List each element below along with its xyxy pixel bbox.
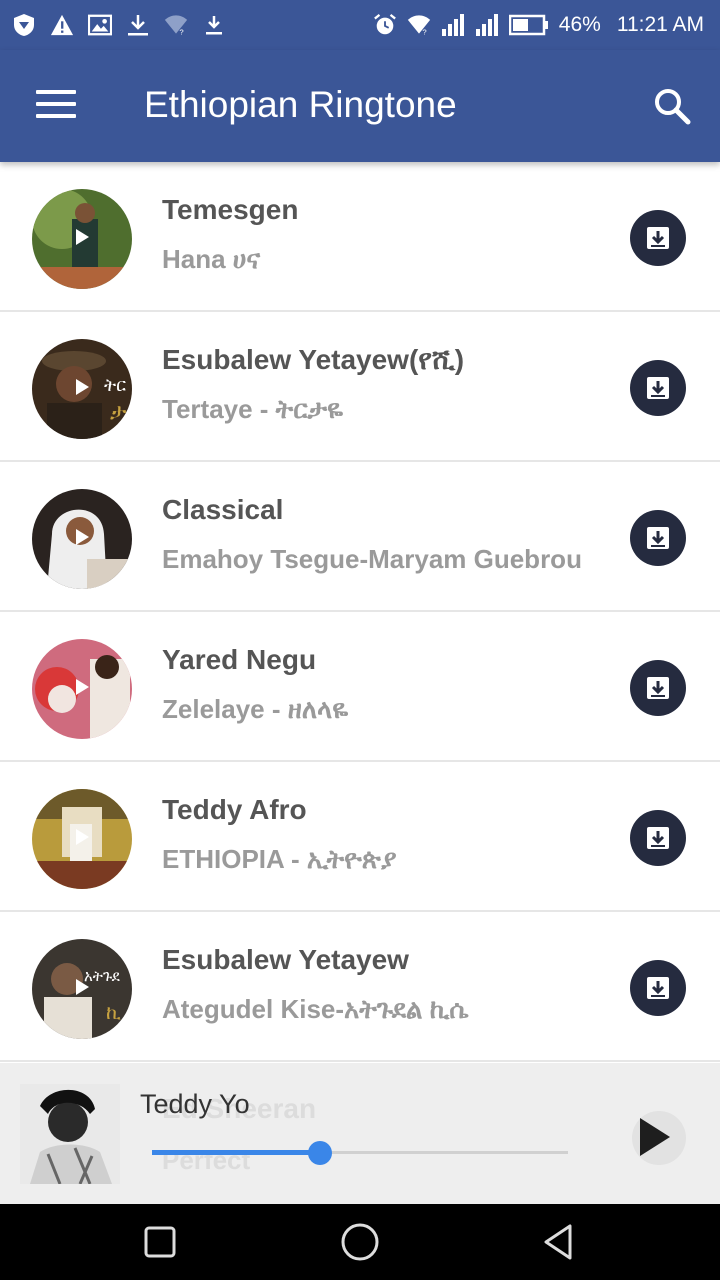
wifi-question-icon: ? [164,13,188,37]
play-icon [76,679,89,695]
song-list: Temesgen Hana ሀና ትር ታ Esubalew Yetayew(የሺ… [0,162,720,1062]
album-art[interactable] [32,189,132,289]
play-icon [76,379,89,395]
svg-text:ታ: ታ [110,400,127,425]
song-title: Temesgen [162,194,299,225]
app-bar: Ethiopian Ringtone [0,50,720,162]
warning-icon [50,13,74,37]
shield-icon [12,13,36,37]
seek-thumb[interactable] [308,1141,333,1165]
song-subtitle: Emahoy Tsegue-Maryam Guebrou [162,544,582,574]
battery-icon [508,14,549,36]
song-subtitle: Zelelaye - ዘለላዬ [162,694,349,724]
list-item[interactable]: Teddy Afro ETHIOPIA - ኢትዮጵያ [0,762,720,912]
list-item[interactable]: አትጉደ ኪ Esubalew Yetayew Ategudel Kise-አትጉ… [0,912,720,1062]
list-item[interactable]: Yared Negu Zelelaye - ዘለላዬ [0,612,720,762]
seek-bar[interactable] [152,1141,568,1165]
song-subtitle: Hana ሀና [162,244,261,274]
download-button[interactable] [630,960,686,1016]
alarm-icon [373,13,397,37]
status-bar: ? ? 46% 11:21 AM [0,0,720,50]
song-title: Classical [162,494,284,525]
download-button[interactable] [630,660,686,716]
navigation-bar [0,1204,720,1280]
now-playing-art[interactable] [20,1084,120,1184]
play-icon [76,229,89,245]
play-icon [640,1118,670,1156]
wifi-icon: ? [407,13,431,37]
download-icon [647,227,669,249]
download-button[interactable] [630,810,686,866]
clock: 11:21 AM [616,13,704,36]
play-icon [76,829,89,845]
song-title: Esubalew Yetayew(የሺ) [162,344,465,375]
song-subtitle: ETHIOPIA - ኢትዮጵያ [162,844,397,874]
album-art[interactable] [32,639,132,739]
song-title: Esubalew Yetayew [162,944,409,975]
album-art[interactable]: ትር ታ [32,339,132,439]
page-title: Ethiopian Ringtone [144,84,457,125]
download-icon [126,13,150,37]
download-small-icon [202,13,226,37]
player-bar: Ed Sheeran Perfect Teddy Yo [0,1063,720,1204]
signal-icon [441,13,465,37]
play-icon [76,979,89,995]
song-title: Teddy Afro [162,794,307,825]
download-icon [647,377,669,399]
song-title: Yared Negu [162,644,317,675]
svg-text:አትጉደ: አትጉደ [84,967,121,985]
image-icon [88,13,112,37]
back-icon[interactable] [540,1222,580,1262]
album-art[interactable]: አትጉደ ኪ [32,939,132,1039]
recents-icon[interactable] [140,1222,180,1262]
download-icon [647,977,669,999]
play-icon [76,529,89,545]
svg-text:?: ? [179,27,183,36]
seek-progress [152,1150,321,1155]
album-art[interactable] [32,789,132,889]
signal-icon [475,13,499,37]
album-art[interactable] [32,489,132,589]
song-subtitle: Tertaye - ትርታዬ [162,394,343,424]
download-button[interactable] [630,360,686,416]
play-button[interactable] [632,1111,686,1165]
svg-text:?: ? [422,27,426,36]
download-button[interactable] [630,210,686,266]
svg-text:ኪ: ኪ [106,1000,121,1024]
now-playing-title: Teddy Yo [140,1089,250,1119]
svg-text:ትር: ትር [104,375,126,396]
song-subtitle: Ategudel Kise-አትጉደል ኪሴ [162,994,469,1024]
list-item[interactable]: Temesgen Hana ሀና [0,162,720,312]
download-button[interactable] [630,510,686,566]
search-icon[interactable] [652,86,692,126]
home-icon[interactable] [340,1222,380,1262]
battery-percent: 46% [558,13,601,36]
list-item[interactable]: Classical Emahoy Tsegue-Maryam Guebrou [0,462,720,612]
download-icon [647,677,669,699]
download-icon [647,827,669,849]
menu-icon[interactable] [36,90,76,120]
list-item[interactable]: ትር ታ Esubalew Yetayew(የሺ) Tertaye - ትርታዬ [0,312,720,462]
download-icon [647,527,669,549]
